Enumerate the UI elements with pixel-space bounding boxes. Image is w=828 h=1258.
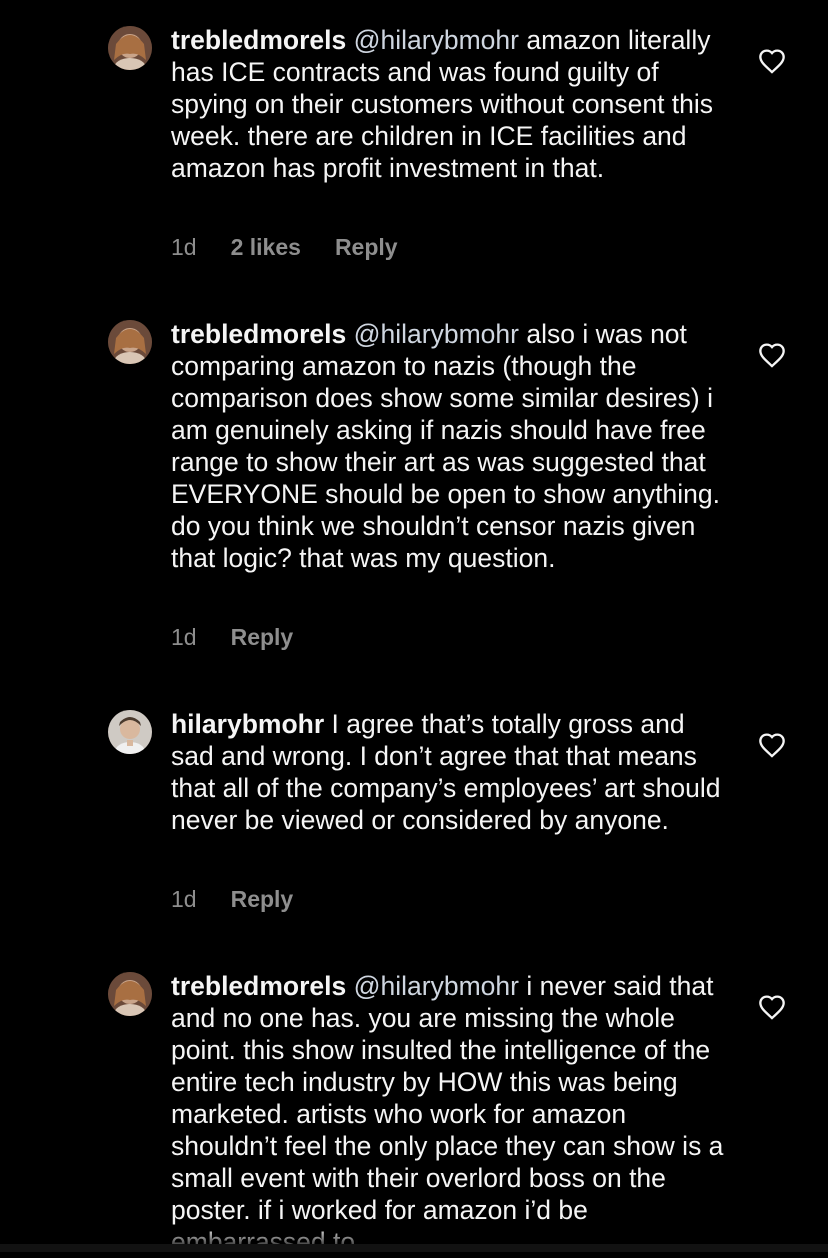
comment-text: trebledmorels @hilarybmohr amazon litera… xyxy=(171,24,731,184)
comment-likes-count[interactable]: 2 likes xyxy=(231,234,301,261)
comment-text: trebledmorels @hilarybmohr i never said … xyxy=(171,970,731,1258)
comment-body: also i was not comparing amazon to nazis… xyxy=(171,319,720,573)
heart-outline-icon[interactable] xyxy=(758,994,786,1020)
bottom-edge xyxy=(0,1244,828,1252)
comment-username[interactable]: trebledmorels xyxy=(171,971,346,1001)
comment-text: hilarybmohr I agree that’s totally gross… xyxy=(171,708,731,836)
avatar[interactable] xyxy=(108,972,152,1016)
comment-mention[interactable]: @hilarybmohr xyxy=(354,319,519,349)
reply-button[interactable]: Reply xyxy=(231,886,294,913)
comment-timestamp: 1d xyxy=(171,623,197,650)
profile-photo-woman-icon xyxy=(108,320,152,364)
comment-meta: 1d 2 likes Reply xyxy=(171,232,432,262)
comment-username[interactable]: trebledmorels xyxy=(171,25,346,55)
heart-outline-icon[interactable] xyxy=(758,48,786,74)
comment-item: hilarybmohr I agree that’s totally gross… xyxy=(0,680,828,952)
comment-text: trebledmorels @hilarybmohr also i was no… xyxy=(171,318,731,574)
comment-timestamp: 1d xyxy=(171,885,197,912)
comment-mention[interactable]: @hilarybmohr xyxy=(354,971,519,1001)
profile-photo-woman-icon xyxy=(108,26,152,70)
comment-item: trebledmorels @hilarybmohr i never said … xyxy=(0,952,828,1257)
profile-photo-person-icon xyxy=(108,710,152,754)
comment-username[interactable]: hilarybmohr xyxy=(171,709,324,739)
avatar[interactable] xyxy=(108,26,152,70)
comment-item: trebledmorels @hilarybmohr also i was no… xyxy=(0,290,828,680)
avatar[interactable] xyxy=(108,320,152,364)
comment-username[interactable]: trebledmorels xyxy=(171,319,346,349)
reply-button[interactable]: Reply xyxy=(335,234,398,261)
comment-body: i never said that and no one has. you ar… xyxy=(171,971,724,1257)
comment-item: trebledmorels @hilarybmohr amazon litera… xyxy=(0,0,828,290)
avatar[interactable] xyxy=(108,710,152,754)
reply-button[interactable]: Reply xyxy=(231,624,294,651)
comment-mention[interactable]: @hilarybmohr xyxy=(354,25,519,55)
comment-meta: 1d Reply xyxy=(171,622,327,652)
profile-photo-woman-icon xyxy=(108,972,152,1016)
heart-outline-icon[interactable] xyxy=(758,732,786,758)
comment-meta: 1d Reply xyxy=(171,884,327,914)
comment-timestamp: 1d xyxy=(171,233,197,260)
heart-outline-icon[interactable] xyxy=(758,342,786,368)
